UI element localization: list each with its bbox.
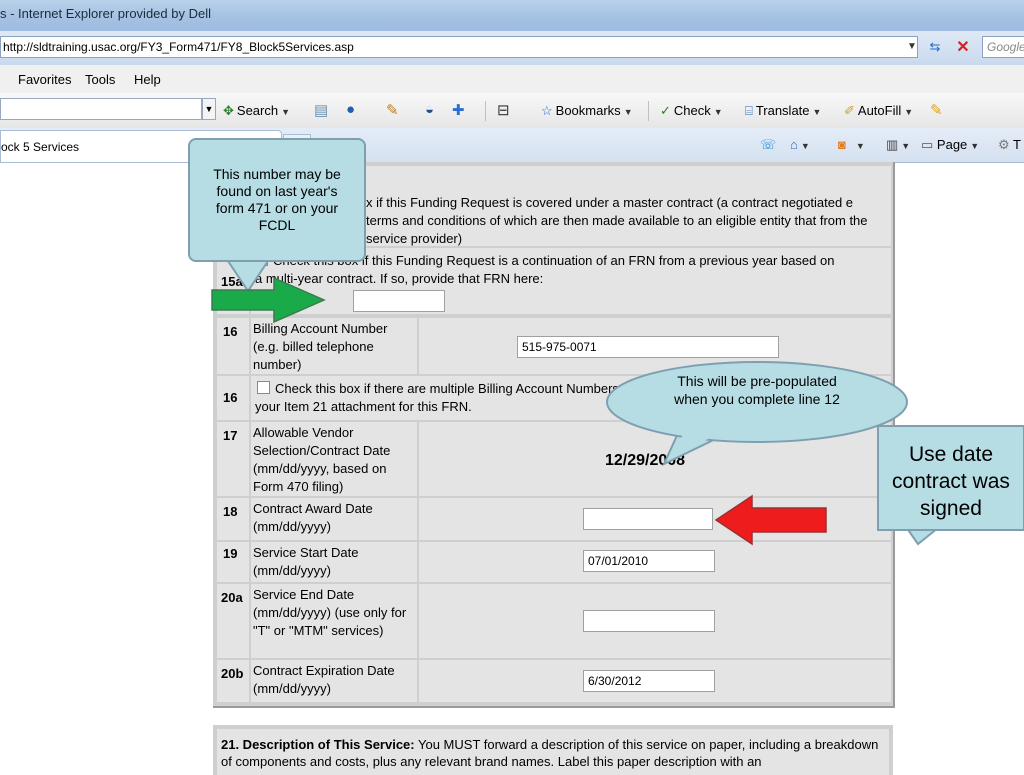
address-input[interactable]: http://sldtraining.usac.org/FY3_Form471/… xyxy=(0,36,918,58)
share-icon[interactable]: ◒ xyxy=(425,101,434,118)
spellcheck-icon: ✓ xyxy=(660,103,671,118)
page-icon: ▭ xyxy=(921,137,934,152)
contract-award-date-input[interactable] xyxy=(583,508,713,530)
star-icon: ☆ xyxy=(541,103,553,118)
date-callout: Use date contract was signed xyxy=(877,425,1024,531)
menu-bar: Favorites Tools Help xyxy=(0,65,1024,94)
toolbar-autofill-label: AutoFill xyxy=(857,103,902,118)
window-titlebar: s - Internet Explorer provided by Dell xyxy=(0,0,1024,32)
toolbar-check-button[interactable]: ✓ Check ▼ xyxy=(660,103,723,119)
billing-account-value: 515-975-0071 xyxy=(522,340,597,354)
row16b-checkbox[interactable] xyxy=(257,381,270,394)
globe-icon[interactable]: ● xyxy=(346,101,355,118)
address-url: http://sldtraining.usac.org/FY3_Form471/… xyxy=(3,40,354,54)
search-go-icon: ✥ xyxy=(223,103,234,118)
tab-bar: ock 5 Services ☏ ⌂ ▼ ◙ ▼ ▥ ▼ ▭ Page ▼ ⚙ T xyxy=(0,128,1024,163)
row19-number: 19 xyxy=(223,546,238,561)
toolbar-search-label: Search xyxy=(236,103,279,118)
row20b-label: Contract Expiration Date (mm/dd/yyyy) xyxy=(253,663,395,696)
section21-heading: 21. Description of This Service: xyxy=(221,737,415,752)
menu-tools[interactable]: Tools xyxy=(85,72,115,87)
stop-icon[interactable]: ✕ xyxy=(952,37,974,59)
address-bar: http://sldtraining.usac.org/FY3_Form471/… xyxy=(0,31,1024,65)
row17-label: Allowable Vendor Selection/Contract Date… xyxy=(253,425,391,494)
pencil-icon[interactable]: ✎ xyxy=(930,101,943,119)
toolbar-bookmarks-button[interactable]: ☆ Bookmarks ▼ xyxy=(541,103,633,119)
popup-blocker-icon[interactable]: ⊟ xyxy=(497,101,510,119)
menu-help[interactable]: Help xyxy=(134,72,161,87)
sidewiki-icon[interactable]: ✎ xyxy=(386,101,399,119)
tools-menu-button[interactable]: ⚙ T xyxy=(998,137,1021,153)
news-icon[interactable]: ▤ xyxy=(314,101,328,119)
green-arrow xyxy=(211,276,326,324)
service-end-date-input[interactable] xyxy=(583,610,715,632)
print-icon[interactable]: ▥ ▼ xyxy=(886,137,910,153)
row17-number: 17 xyxy=(223,428,238,443)
home-icon[interactable]: ⌂ ▼ xyxy=(790,137,810,152)
address-dropdown-icon[interactable]: ▼ xyxy=(907,41,917,52)
tab-title: ock 5 Services xyxy=(1,140,80,154)
billing-account-input[interactable]: 515-975-0071 xyxy=(517,336,779,358)
toolbar-search-box[interactable] xyxy=(0,98,202,120)
feeds-icon[interactable]: ◙ ▼ xyxy=(838,137,865,152)
row18-number: 18 xyxy=(223,504,238,519)
service-start-date-value: 07/01/2010 xyxy=(588,554,649,568)
row16b-number: 16 xyxy=(223,390,238,405)
toolbar-translate-button[interactable]: ⌸ Translate ▼ xyxy=(745,103,821,119)
toolbar-search-button[interactable]: ✥ Search ▼ xyxy=(223,103,290,119)
row20a-label: Service End Date (mm/dd/yyyy) (use only … xyxy=(253,587,407,638)
row18-label: Contract Award Date (mm/dd/yyyy) xyxy=(253,501,373,534)
refresh-icon[interactable]: ⇆ xyxy=(925,39,945,57)
toolbar-translate-label: Translate xyxy=(755,103,810,118)
search-input[interactable]: Google xyxy=(982,36,1024,58)
plus-icon[interactable]: ✚ xyxy=(452,101,465,119)
contract-expiration-date-value: 6/30/2012 xyxy=(588,674,642,688)
toolbar-search-dropdown-icon[interactable]: ▼ xyxy=(202,98,216,120)
skype-icon[interactable]: ☏ xyxy=(760,137,776,153)
translate-icon: ⌸ xyxy=(745,103,753,118)
toolbar-autofill-button[interactable]: ✐ AutoFill ▼ xyxy=(844,103,913,119)
toolbar-check-label: Check xyxy=(673,103,711,118)
page-menu-label: Page xyxy=(936,137,968,152)
date-callout-text: Use date contract was signed xyxy=(892,443,1010,520)
service-start-date-input[interactable]: 07/01/2010 xyxy=(583,550,715,572)
window-title: s - Internet Explorer provided by Dell xyxy=(0,6,211,21)
red-arrow xyxy=(714,494,827,546)
row16-number: 16 xyxy=(223,324,238,339)
prepopulated-callout-text: This will be pre-populated when you comp… xyxy=(674,373,840,407)
menu-favorites[interactable]: Favorites xyxy=(18,72,71,87)
row20a-number: 20a xyxy=(221,590,243,605)
tools-menu-label: T xyxy=(1013,137,1021,152)
search-placeholder: Google xyxy=(987,40,1024,54)
google-toolbar: ▼ ✥ Search ▼ ▤ ● ✎ ◒ ✚ ⊟ ☆ Bookmarks ▼ ✓ Chec… xyxy=(0,93,1024,129)
autofill-icon: ✐ xyxy=(844,103,855,118)
row19-label: Service Start Date (mm/dd/yyyy) xyxy=(253,545,359,578)
row16-label: Billing Account Number (e.g. billed tele… xyxy=(253,321,388,372)
gear-icon: ⚙ xyxy=(998,137,1010,152)
contract-expiration-date-input[interactable]: 6/30/2012 xyxy=(583,670,715,692)
row20b-number: 20b xyxy=(221,666,244,681)
page-menu-button[interactable]: ▭ Page ▼ xyxy=(921,137,979,153)
row15-text: x if this Funding Request is covered und… xyxy=(366,195,868,246)
frn-callout: This number may be found on last year's … xyxy=(188,138,366,262)
frn-callout-text: This number may be found on last year's … xyxy=(213,166,341,233)
toolbar-bookmarks-label: Bookmarks xyxy=(555,103,621,118)
